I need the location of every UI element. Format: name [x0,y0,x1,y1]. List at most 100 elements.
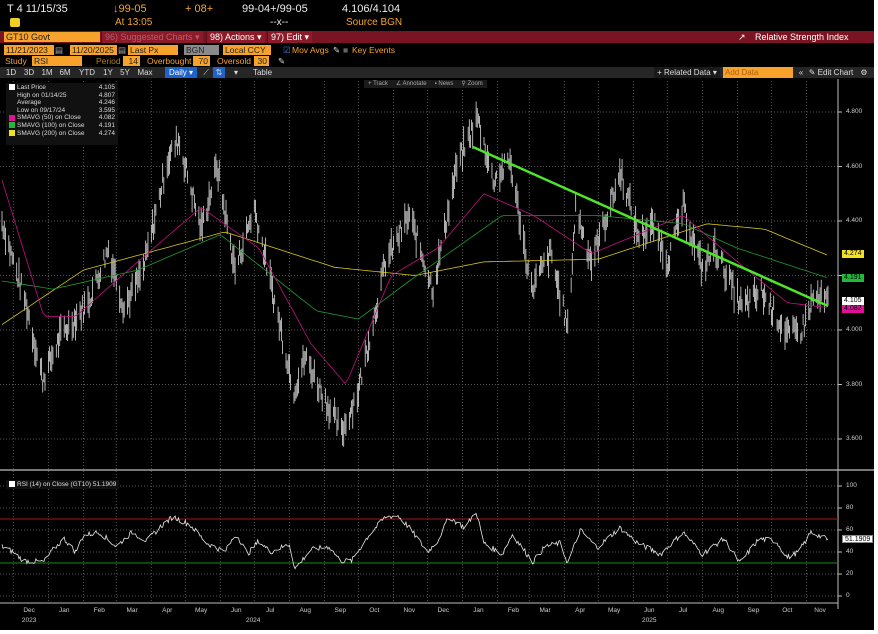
security-input[interactable]: GT10 Govt [4,32,100,42]
price-axis-label: 3.800 [846,380,863,388]
month-label: Oct [369,607,380,614]
add-data-input[interactable]: Add Data [723,67,793,78]
rsi-axis-label: 20 [846,570,854,577]
start-date-input[interactable]: 11/21/2023 [4,45,54,55]
legend-value: 4.807 [98,91,115,99]
actions-menu[interactable]: 98) Actions ▾ [206,31,265,43]
month-label: Mar [539,607,551,614]
legend-item: High on 01/14/25 4.807 [9,92,115,100]
legend-label-text: SMAVG (200) on Close [17,129,85,137]
pencil-icon[interactable]: ✎ [278,56,285,66]
key-events-checkbox[interactable]: ■ [343,45,348,55]
legend-item: SMAVG (50) on Close 4.082 [9,114,115,122]
pencil-icon: ✎ [808,68,818,77]
frequency-select[interactable]: Daily ▾ [165,67,197,78]
legend-swatch [9,84,15,91]
range-button-max[interactable]: Max [137,67,153,78]
range-button-6m[interactable]: 6M [58,67,72,78]
mov-avgs-checkbox[interactable]: ☑ [283,45,291,55]
quote-time: At 13:05 [115,17,153,28]
month-label: Jul [266,607,275,614]
legend-label: SMAVG (50) on Close [9,114,81,122]
popout-icon[interactable]: ↗ [738,32,746,43]
month-label: Sep [334,607,347,614]
study-title: Relative Strength Index [755,32,849,42]
table-button[interactable]: Table [250,67,275,78]
quote-size: --x-- [270,17,289,28]
chevron-down-icon[interactable]: ▾ [232,67,240,78]
legend-label: High on 01/14/25 [9,92,67,100]
news-label: News [438,81,454,87]
month-label: Jan [473,607,484,614]
month-label: Dec [437,607,450,614]
mov-avgs-label[interactable]: Mov Avgs [292,45,329,55]
legend-label-text: Low on 09/17/24 [17,106,66,114]
key-events-label[interactable]: Key Events [352,45,395,55]
pencil-icon[interactable]: ✎ [333,45,340,55]
month-label: Aug [712,607,725,614]
range-button-5y[interactable]: 5Y [118,67,132,78]
legend-label: Low on 09/17/24 [9,107,65,115]
edit-menu[interactable]: 97) Edit ▾ [267,31,313,43]
price-axis-label: 4.600 [846,162,863,170]
end-date-input[interactable]: 11/20/2025 [70,45,117,55]
last-value-tag: 4.191 [842,274,864,282]
suggested-charts-menu[interactable]: 96) Suggested Charts ▾ [101,31,203,43]
bid-ask: 99-04+/99-05 [242,3,308,15]
study-select[interactable]: RSI [32,56,82,66]
last-price: ↓99-05 [113,3,147,15]
legend-item: Low on 09/17/24 3.595 [9,107,115,115]
year-label: 2024 [245,617,261,624]
range-button-1d[interactable]: 1D [4,67,18,78]
bloomberg-chart-window: T 4 11/15/35 ↓99-05 + 08+ 99-04+/99-05 4… [0,0,874,630]
zoom-button[interactable]: ⚲ Zoom [461,80,482,88]
overbought-input[interactable]: 70 [193,56,210,66]
field-select[interactable]: Last Px [128,45,178,55]
period-input[interactable]: 14 [123,56,140,66]
range-button-3d[interactable]: 3D [22,67,36,78]
legend-item: Average 4.246 [9,99,115,107]
rsi-axis-label: 100 [846,482,857,489]
line-chart-icon[interactable]: ⟋ [200,67,212,78]
legend-value: 3.595 [98,106,115,114]
calendar-icon[interactable]: ▤ [55,45,63,55]
alert-icon[interactable] [10,18,20,27]
legend-value: 4.191 [98,121,115,129]
legend-swatch [9,122,15,129]
news-button[interactable]: ▪ News [435,80,454,88]
rsi-last-tag: 51.1909 [842,535,874,543]
oversold-input[interactable]: 30 [254,56,269,66]
month-label: May [608,607,621,614]
price-axis-label: 3.600 [846,435,863,442]
month-label: Nov [814,607,826,614]
legend-value: 4.246 [98,99,115,107]
oversold-label: Oversold [217,56,252,66]
legend-item: SMAVG (100) on Close 4.191 [9,122,115,130]
month-label: Nov [403,607,416,614]
range-button-ytd[interactable]: YTD [78,67,96,78]
legend-label-text: Average [17,99,42,107]
trend-line [472,145,829,308]
month-label: Mar [126,607,138,614]
track-button[interactable]: + Track [368,80,388,88]
legend-swatch [9,114,15,121]
yield: 4.106/4.104 [342,3,401,15]
source-input[interactable]: BGN [184,45,219,55]
range-button-1m[interactable]: 1M [40,67,54,78]
legend-label: SMAVG (200) on Close [9,130,84,138]
range-button-1y[interactable]: 1Y [102,67,114,78]
price-axis-label: 4.800 [846,108,863,115]
gear-icon[interactable]: ⚙ [858,67,870,78]
rsi-swatch [9,481,15,488]
edit-chart-button[interactable]: ✎ Edit Chart [808,67,854,78]
bar-chart-icon[interactable]: ⇅ [213,67,225,78]
calendar-icon[interactable]: ▤ [118,45,126,55]
zoom-label: Zoom [467,81,483,87]
legend-label: Average [9,99,41,107]
annotate-button[interactable]: ∠ Annotate [396,80,427,88]
collapse-icon[interactable]: « [796,67,806,78]
currency-select[interactable]: Local CCY [223,45,271,55]
price-legend: Last Price 4.105 High on 01/14/25 4.807 Aver… [6,83,118,145]
rsi-axis-label: 40 [846,548,854,555]
related-data-button[interactable]: + Related Data ▾ [654,67,720,78]
